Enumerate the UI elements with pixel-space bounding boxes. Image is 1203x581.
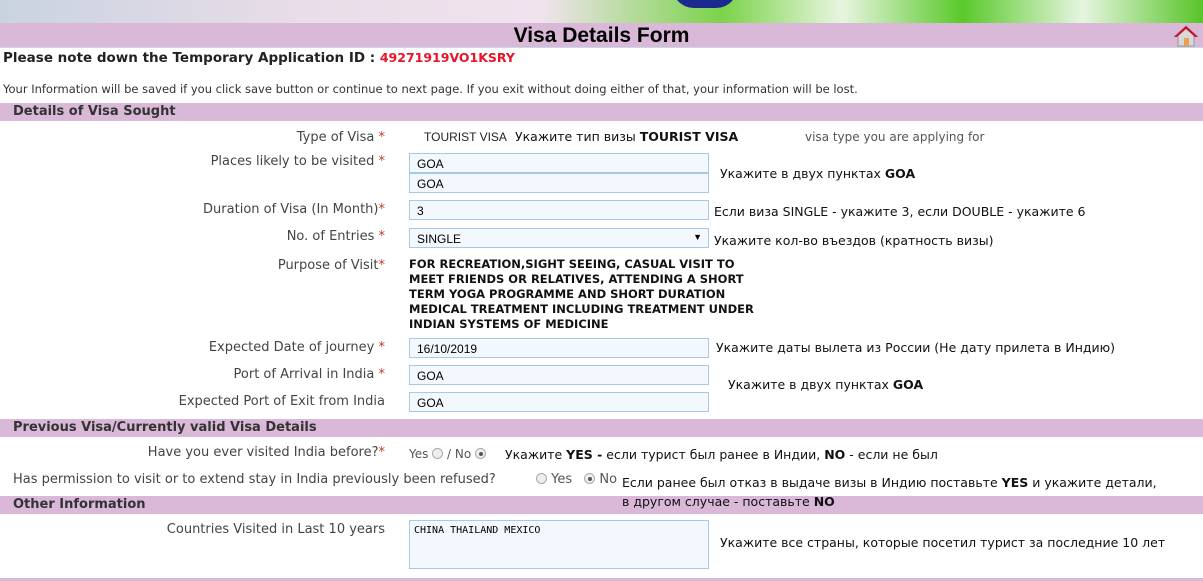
refused-no-radio[interactable] <box>584 473 596 484</box>
visited-no-radio[interactable] <box>475 448 487 459</box>
refused-options: Yes No <box>536 472 617 487</box>
section-visa-sought: Details of Visa Sought <box>0 103 1203 121</box>
visited-yes-radio[interactable] <box>432 448 444 459</box>
journey-date-label: Expected Date of journey * <box>208 340 385 355</box>
type-of-visa-label: Type of Visa * <box>296 130 385 145</box>
duration-input[interactable]: 3 <box>409 200 709 220</box>
places-note: Укажите в двух пунктах GOA <box>720 166 916 181</box>
countries-label: Countries Visited in Last 10 years <box>166 522 385 537</box>
refused-note-line2: в другом случае - поставьте NO <box>622 494 835 509</box>
type-of-visa-note: Укажите тип визы TOURIST VISA <box>515 129 739 144</box>
refused-note-line1: Если ранее был отказ в выдаче визы в Инд… <box>622 475 1157 490</box>
section-other-info: Other Information <box>0 496 1203 514</box>
page-title: Visa Details Form <box>513 24 690 47</box>
duration-label: Duration of Visa (In Month)* <box>203 202 385 217</box>
application-id-value: 49271919VO1KSRY <box>379 50 515 65</box>
journey-date-note: Укажите даты вылета из России (Не дату п… <box>716 340 1116 355</box>
port-exit-input[interactable]: GOA <box>409 392 709 412</box>
port-exit-label: Expected Port of Exit from India <box>178 394 385 409</box>
places-label: Places likely to be visited * <box>210 154 385 169</box>
section-previous-visa: Previous Visa/Currently valid Visa Detai… <box>0 419 1203 437</box>
places-input-1[interactable]: GOA <box>409 153 709 173</box>
entries-note: Укажите кол-во въездов (кратность визы) <box>714 233 994 248</box>
places-input-2[interactable]: GOA <box>409 173 709 193</box>
home-icon[interactable] <box>1174 25 1198 47</box>
visited-before-options: Yes / No <box>409 447 487 461</box>
refused-yes-radio[interactable] <box>536 473 547 484</box>
entries-label: No. of Entries * <box>286 229 385 244</box>
save-info-text: Your Information will be saved if you cl… <box>3 82 858 96</box>
port-arrival-label: Port of Arrival in India * <box>233 367 385 382</box>
visited-before-note: Укажите YES - если турист был ранее в Ин… <box>505 447 938 462</box>
port-arrival-input[interactable]: GOA <box>409 365 709 385</box>
application-id-label: Please note down the Temporary Applicati… <box>3 50 376 66</box>
purpose-value: FOR RECREATION,SIGHT SEEING, CASUAL VISI… <box>409 257 754 331</box>
countries-textarea[interactable]: CHINA THAILAND MEXICO <box>409 520 709 569</box>
type-of-visa-hint: visa type you are applying for <box>805 130 985 144</box>
dropdown-arrow-icon: ▼ <box>693 232 702 242</box>
visited-before-label: Have you ever visited India before?* <box>147 445 385 460</box>
journey-date-input[interactable]: 16/10/2019 <box>409 338 709 358</box>
duration-note: Если виза SINGLE - укажите 3, если DOUBL… <box>714 204 1086 219</box>
refused-label: Has permission to visit or to extend sta… <box>13 472 496 487</box>
application-id-line: Please note down the Temporary Applicati… <box>3 50 515 66</box>
entries-select[interactable]: SINGLE ▼ <box>409 228 709 248</box>
header-banner <box>0 0 1203 23</box>
purpose-label: Purpose of Visit* <box>277 258 385 273</box>
ports-note: Укажите в двух пунктах GOA <box>728 377 924 392</box>
countries-note: Укажите все страны, которые посетил тури… <box>720 535 1166 550</box>
type-of-visa-value: TOURIST VISA <box>424 130 507 144</box>
